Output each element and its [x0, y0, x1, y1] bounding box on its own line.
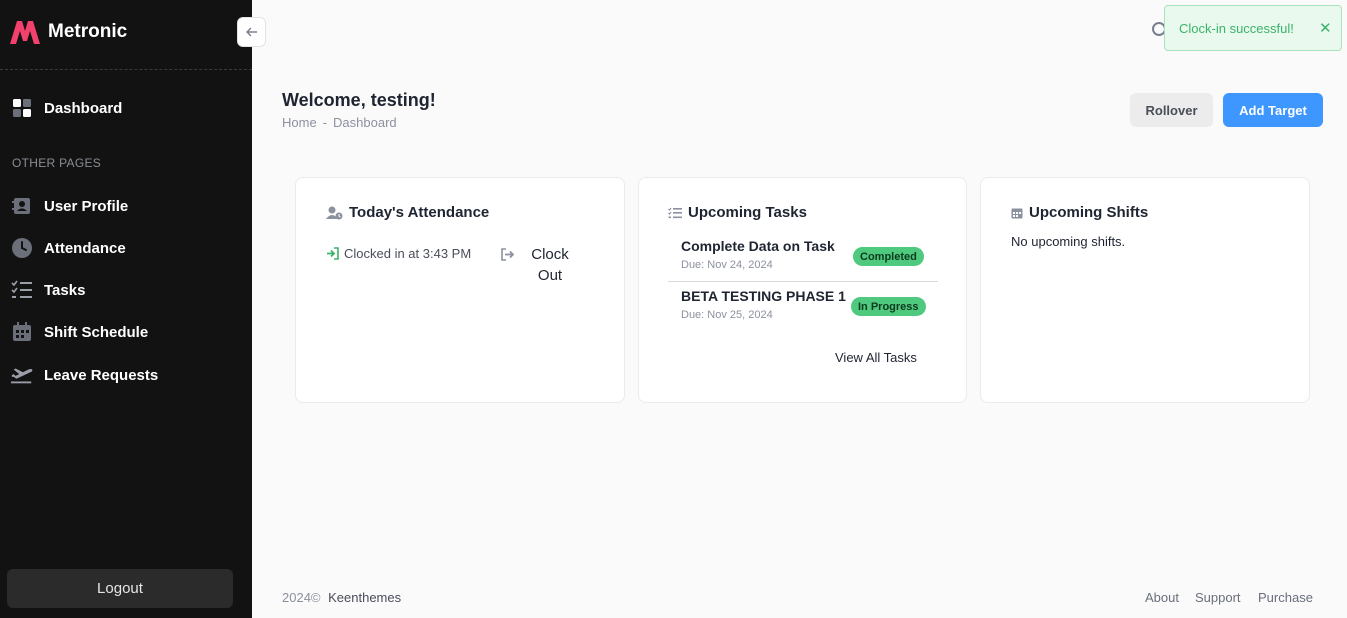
task-due-date: Due: Nov 24, 2024: [681, 259, 773, 271]
toast-message: Clock-in successful!: [1179, 20, 1294, 36]
breadcrumb-separator: -: [322, 115, 328, 130]
checklist-icon: [10, 278, 34, 302]
task-due-date: Due: Nov 25, 2024: [681, 309, 773, 321]
metronic-logo-icon[interactable]: [8, 19, 42, 45]
sidebar-item-label: Dashboard: [44, 99, 123, 117]
shifts-title: Upcoming Shifts: [1029, 204, 1149, 221]
task-title: Complete Data on Task: [681, 238, 835, 254]
card-title: Upcoming Shifts: [1011, 204, 1148, 221]
sidebar-item-label: User Profile: [44, 197, 129, 215]
breadcrumb-dashboard: Dashboard: [333, 115, 397, 130]
clock-icon: [10, 236, 34, 260]
sidebar-item-tasks[interactable]: Tasks: [0, 274, 252, 306]
card-title: Upcoming Tasks: [668, 204, 807, 221]
clock-out-label: Clock Out: [531, 246, 569, 284]
task-divider: [668, 281, 938, 282]
sidebar-item-leave-requests[interactable]: Leave Requests: [0, 359, 252, 391]
tasks-card: Upcoming Tasks Complete Data on Task Due…: [638, 177, 967, 403]
view-all-tasks-link[interactable]: View All Tasks: [835, 350, 917, 365]
sidebar-item-label: Leave Requests: [44, 366, 159, 384]
user-clock-icon: [326, 206, 343, 220]
sign-in-icon: [326, 246, 340, 265]
sign-out-icon: [500, 246, 515, 267]
clocked-in-text: Clocked in at 3:43 PM: [344, 246, 472, 261]
sidebar-item-label: Tasks: [44, 281, 86, 299]
task-title: BETA TESTING PHASE 1: [681, 288, 846, 304]
empty-state-text: No upcoming shifts.: [1011, 234, 1126, 249]
sidebar-item-shift-schedule[interactable]: Shift Schedule: [0, 316, 252, 348]
brand: Metronic: [0, 0, 252, 70]
collapse-sidebar-button[interactable]: [237, 17, 266, 47]
breadcrumb: Home - Dashboard: [282, 115, 403, 130]
checklist-icon: [668, 207, 682, 219]
clocked-in-status: Clocked in at 3:43 PM: [326, 244, 476, 265]
copyright-year: 2024©: [282, 590, 321, 605]
status-badge: Completed: [853, 247, 924, 266]
footer-link-about[interactable]: About: [1145, 590, 1179, 605]
dashboard-icon: [10, 96, 34, 120]
breadcrumb-home[interactable]: Home: [282, 115, 317, 130]
add-target-button[interactable]: Add Target: [1223, 93, 1323, 127]
section-label: OTHER PAGES: [12, 156, 102, 170]
calendar-icon: [1011, 207, 1023, 219]
close-icon[interactable]: ✕: [1319, 19, 1332, 37]
user-card-icon: [10, 194, 34, 218]
sidebar-item-dashboard[interactable]: Dashboard: [0, 92, 252, 124]
arrow-left-icon: [245, 27, 257, 37]
footer-link-support[interactable]: Support: [1195, 590, 1241, 605]
company-link[interactable]: Keenthemes: [328, 590, 401, 605]
task-item[interactable]: BETA TESTING PHASE 1 Due: Nov 25, 2024 I…: [668, 288, 938, 334]
rollover-button[interactable]: Rollover: [1130, 93, 1213, 127]
calendar-icon: [10, 320, 34, 344]
logout-button[interactable]: Logout: [7, 569, 233, 608]
attendance-title: Today's Attendance: [349, 204, 490, 221]
sidebar-item-label: Shift Schedule: [44, 323, 149, 341]
tasks-title: Upcoming Tasks: [688, 204, 807, 221]
sidebar-item-label: Attendance: [44, 239, 126, 257]
toast-notification: Clock-in successful! ✕: [1164, 5, 1342, 51]
shifts-card: Upcoming Shifts No upcoming shifts.: [980, 177, 1310, 403]
footer-link-purchase[interactable]: Purchase: [1258, 590, 1313, 605]
status-badge: In Progress: [851, 297, 926, 316]
sidebar-item-user-profile[interactable]: User Profile: [0, 190, 252, 222]
sidebar-item-attendance[interactable]: Attendance: [0, 232, 252, 264]
page-title: Welcome, testing!: [282, 90, 436, 110]
attendance-card: Today's Attendance Clocked in at 3:43 PM…: [295, 177, 625, 403]
footer-copyright: 2024© Keenthemes: [282, 590, 401, 605]
task-item[interactable]: Complete Data on Task Due: Nov 24, 2024 …: [668, 238, 938, 284]
sidebar: Metronic Dashboard OTHER PAGES User Prof…: [0, 0, 252, 618]
brand-name: Metronic: [48, 21, 128, 42]
card-title: Today's Attendance: [326, 204, 489, 221]
plane-takeoff-icon: [10, 363, 34, 387]
